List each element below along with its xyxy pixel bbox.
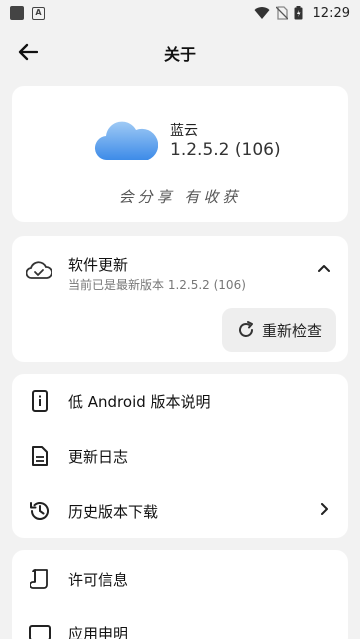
list-item-changelog[interactable]: 更新日志 (12, 429, 348, 483)
refresh-icon (239, 321, 253, 337)
update-card[interactable]: 软件更新 当前已是最新版本 1.2.5.2 (106) 重新检查 (12, 236, 348, 362)
list-item-android-notes[interactable]: 低 Android 版本说明 (12, 374, 348, 428)
list-item-label: 更新日志 (68, 447, 129, 466)
app-name: 蓝云 (170, 123, 198, 139)
document-icon (32, 446, 48, 466)
wifi-icon (254, 6, 270, 19)
page-title: 关于 (163, 45, 196, 64)
list-item-statement[interactable]: 应用申明 (12, 606, 348, 639)
recheck-label: 重新检查 (261, 321, 322, 340)
app-bar: 关于 (0, 26, 360, 78)
app-slogan: 会分享 有收获 (118, 188, 242, 206)
update-subtitle: 当前已是最新版本 1.2.5.2 (106) (68, 278, 246, 292)
recheck-button[interactable]: 重新检查 (222, 308, 336, 352)
scroll-icon (30, 569, 48, 589)
list-item-label: 低 Android 版本说明 (68, 392, 211, 411)
no-sim-icon (275, 6, 288, 20)
phone-info-icon (32, 390, 48, 412)
clock: 12:29 (312, 5, 350, 21)
list-item-label: 历史版本下载 (68, 502, 159, 521)
cloud-logo-icon (95, 121, 158, 161)
update-title: 软件更新 (68, 256, 129, 274)
cloud-check-icon (26, 261, 52, 279)
list-item-history-download[interactable]: 历史版本下载 (12, 484, 348, 538)
card-icon (29, 625, 51, 639)
app-version: 1.2.5.2 (106) (170, 140, 281, 160)
a-notification-icon: A (32, 6, 45, 20)
list-item-label: 应用申明 (68, 624, 129, 639)
links-card: 低 Android 版本说明 更新日志 历史版本下载 (12, 374, 348, 538)
battery-icon (294, 6, 303, 20)
legal-card: 许可信息 应用申明 (12, 550, 348, 639)
chevron-right-icon (321, 503, 328, 515)
status-bar: A 12:29 (0, 0, 360, 26)
history-icon (30, 502, 49, 520)
app-notification-icon (10, 6, 24, 20)
list-item-license[interactable]: 许可信息 (12, 552, 348, 606)
list-item-label: 许可信息 (68, 570, 129, 589)
chevron-up-icon[interactable] (318, 264, 330, 272)
app-info-card: 蓝云 1.2.5.2 (106) 会分享 有收获 (12, 86, 348, 222)
